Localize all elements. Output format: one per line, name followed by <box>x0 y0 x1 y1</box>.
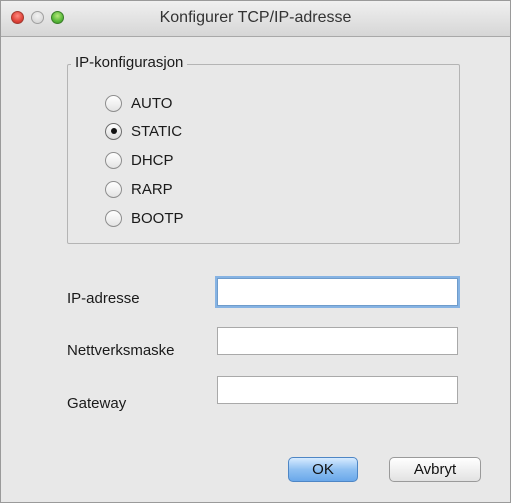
radio-button-icon[interactable] <box>105 122 122 140</box>
cancel-button[interactable]: Avbryt <box>389 457 481 482</box>
window-title: Konfigurer TCP/IP-adresse <box>159 9 352 26</box>
gateway-input[interactable] <box>217 376 458 404</box>
netmask-label: Nettverksmaske <box>67 342 175 359</box>
radio-static[interactable]: STATIC <box>105 120 182 142</box>
title-bar[interactable]: Konfigurer TCP/IP-adresse <box>1 1 510 37</box>
radio-label: AUTO <box>131 94 173 112</box>
radio-button-icon[interactable] <box>105 151 122 169</box>
ok-button[interactable]: OK <box>288 457 358 482</box>
ip-config-group-label: IP-konfigurasjon <box>71 54 188 71</box>
radio-label: DHCP <box>131 151 174 169</box>
radio-button-icon[interactable] <box>105 94 122 112</box>
gateway-label: Gateway <box>67 395 127 412</box>
netmask-input[interactable] <box>217 327 458 355</box>
radio-button-icon[interactable] <box>105 209 122 227</box>
ip-address-label: IP-adresse <box>67 290 140 307</box>
radio-label: RARP <box>131 180 173 198</box>
radio-dhcp[interactable]: DHCP <box>105 149 174 171</box>
dialog-window: Konfigurer TCP/IP-adresse IP-konfigurasj… <box>0 0 511 503</box>
radio-label: STATIC <box>131 122 183 140</box>
radio-auto[interactable]: AUTO <box>105 92 172 114</box>
radio-bootp[interactable]: BOOTP <box>105 207 184 229</box>
radio-rarp[interactable]: RARP <box>105 178 173 200</box>
radio-button-icon[interactable] <box>105 180 122 198</box>
radio-label: BOOTP <box>131 209 184 227</box>
ip-address-input[interactable] <box>217 278 458 306</box>
